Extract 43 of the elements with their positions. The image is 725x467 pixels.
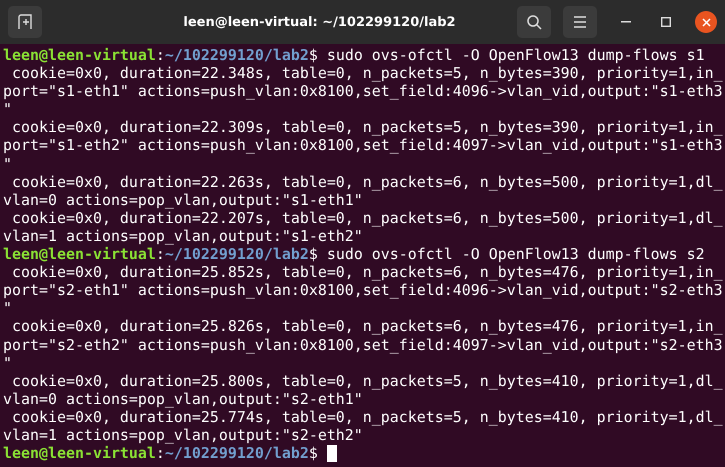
close-icon bbox=[702, 18, 710, 26]
output-line: port="s2-eth1" actions=push_vlan:0x8100,set_field:4096->vlan_vid,output:"s2-eth3 bbox=[3, 281, 723, 300]
output-line: port="s2-eth2" actions=push_vlan:0x8100,set_field:4097->vlan_vid,output:"s2-eth3 bbox=[3, 336, 723, 354]
output-line: " bbox=[3, 154, 12, 173]
output-line: cookie=0x0, duration=22.309s, table=0, n_packets=5, n_bytes=390, priority=1,in_ bbox=[10, 118, 723, 136]
output-line: cookie=0x0, duration=22.263s, table=0, n_packets=6, n_bytes=500, priority=1,dl_ bbox=[10, 172, 723, 191]
output-line: vlan=1 actions=pop_vlan,output:"s2-eth2" bbox=[3, 426, 363, 444]
prompt-user: leen@leen-virtual bbox=[3, 245, 156, 264]
menu-icon bbox=[573, 16, 587, 28]
output-line: cookie=0x0, duration=22.348s, table=0, n_packets=5, n_bytes=390, priority=1,in_ bbox=[10, 64, 723, 82]
output-line: vlan=0 actions=pop_vlan,output:"s1-eth1" bbox=[3, 190, 363, 209]
command-text: $ sudo ovs-ofctl -O OpenFlow13 dump-flows s1 bbox=[308, 46, 705, 64]
output-line: port="s1-eth2" actions=push_vlan:0x8100,set_field:4097->vlan_vid,output:"s1-eth3 bbox=[3, 136, 723, 155]
prompt-separator: : bbox=[156, 46, 165, 64]
output-line: cookie=0x0, duration=25.774s, table=0, n_packets=5, n_bytes=410, priority=1,dl_ bbox=[10, 408, 723, 426]
new-tab-button[interactable] bbox=[8, 6, 42, 38]
search-button[interactable] bbox=[517, 6, 551, 38]
search-icon bbox=[526, 14, 542, 30]
prompt-path: ~/102299120/lab2 bbox=[164, 245, 309, 264]
close-button[interactable] bbox=[695, 11, 717, 33]
minimize-icon bbox=[621, 21, 631, 23]
prompt-user: leen@leen-virtual bbox=[3, 444, 156, 462]
output-line: cookie=0x0, duration=25.800s, table=0, n_packets=5, n_bytes=410, priority=1,dl_ bbox=[10, 372, 723, 390]
command-text: $ sudo ovs-ofctl -O OpenFlow13 dump-flows s2 bbox=[308, 245, 705, 264]
prompt-path: ~/102299120/lab2 bbox=[164, 444, 309, 462]
output-line: cookie=0x0, duration=25.852s, table=0, n_packets=6, n_bytes=476, priority=1,in_ bbox=[10, 263, 723, 282]
prompt-separator: : bbox=[156, 245, 165, 264]
output-line: " bbox=[3, 100, 12, 118]
output-line: cookie=0x0, duration=25.826s, table=0, n_packets=6, n_bytes=476, priority=1,in_ bbox=[10, 317, 723, 336]
output-line: " bbox=[3, 299, 12, 318]
prompt-separator: : bbox=[156, 444, 165, 462]
menu-button[interactable] bbox=[563, 6, 597, 38]
window-title: leen@leen-virtual: ~/102299120/lab2 bbox=[182, 14, 457, 30]
output-line: vlan=0 actions=pop_vlan,output:"s2-eth1" bbox=[3, 390, 363, 408]
prompt-user: leen@leen-virtual bbox=[3, 46, 156, 64]
new-tab-icon bbox=[17, 14, 33, 30]
output-line: cookie=0x0, duration=22.207s, table=0, n_packets=6, n_bytes=500, priority=1,dl_ bbox=[10, 208, 723, 227]
maximize-icon bbox=[661, 17, 671, 27]
output-line: " bbox=[3, 354, 12, 372]
output-line: vlan=1 actions=pop_vlan,output:"s1-eth2" bbox=[3, 226, 363, 246]
prompt-path: ~/102299120/lab2 bbox=[164, 46, 309, 64]
command-text: $ bbox=[308, 444, 318, 462]
output-line: port="s1-eth1" actions=push_vlan:0x8100,set_field:4096->vlan_vid,output:"s1-eth3 bbox=[3, 82, 723, 100]
